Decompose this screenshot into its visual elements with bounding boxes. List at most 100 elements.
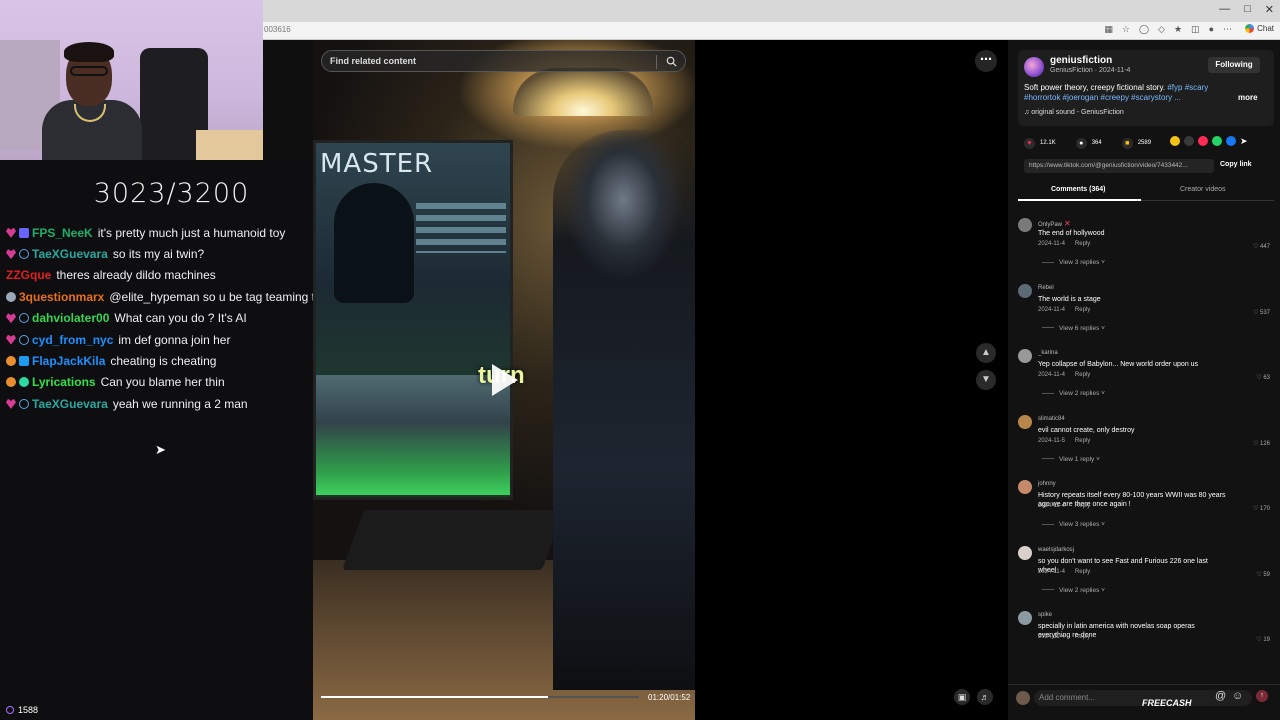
minimize-icon[interactable]: — bbox=[1219, 3, 1230, 16]
chat-username[interactable]: 3questionmarx bbox=[19, 290, 104, 304]
original-sound-link[interactable]: ♫ original sound - GeniusFiction bbox=[1024, 109, 1124, 116]
chat-username[interactable]: FlapJackKila bbox=[32, 354, 105, 368]
reply-button[interactable]: Reply bbox=[1075, 503, 1090, 509]
chat-username[interactable]: dahviolater00 bbox=[32, 311, 109, 325]
heart-badge-icon[interactable] bbox=[6, 227, 16, 238]
facebook-icon[interactable] bbox=[1226, 136, 1236, 146]
comment-like-button[interactable]: ♡ 63 bbox=[1256, 374, 1270, 381]
url-text[interactable]: 003616 bbox=[264, 25, 291, 34]
heart-badge-icon[interactable] bbox=[6, 313, 16, 324]
commenter-avatar[interactable] bbox=[1018, 349, 1032, 363]
close-icon[interactable]: ✕ bbox=[1265, 3, 1274, 16]
video-link-field[interactable]: https://www.tiktok.com/@geniusfiction/vi… bbox=[1024, 159, 1214, 173]
author-avatar[interactable] bbox=[1024, 57, 1044, 77]
green-badge-icon[interactable] bbox=[19, 377, 29, 388]
chat-username[interactable]: TaeXGuevara bbox=[32, 247, 108, 261]
commenter-name[interactable]: johnny bbox=[1038, 481, 1056, 487]
menu-dots-icon[interactable]: ⋯ bbox=[1223, 24, 1232, 35]
mention-icon[interactable]: @ bbox=[1215, 690, 1226, 702]
translate-icon[interactable]: ▦ bbox=[1104, 24, 1113, 35]
chevron-down-icon[interactable]: ▼ bbox=[976, 370, 996, 390]
embed-icon[interactable] bbox=[1184, 136, 1194, 146]
chat-username[interactable]: FPS_NeeK bbox=[32, 226, 93, 240]
view-replies-button[interactable]: View 3 replies ˅ bbox=[1042, 521, 1105, 528]
reply-button[interactable]: Reply bbox=[1075, 634, 1090, 640]
ring-badge-icon[interactable] bbox=[19, 313, 29, 324]
volume-icon[interactable]: ♬ bbox=[977, 689, 993, 705]
profile-icon[interactable]: ● bbox=[1209, 24, 1214, 35]
picture-in-picture-icon[interactable]: ▣ bbox=[954, 689, 970, 705]
author-handle[interactable]: GeniusFiction bbox=[1050, 67, 1093, 74]
view-replies-button[interactable]: View 2 replies ˅ bbox=[1042, 390, 1105, 397]
commenter-name[interactable]: _karina bbox=[1038, 350, 1058, 356]
heart-badge-icon[interactable] bbox=[6, 249, 16, 260]
heart-badge-icon[interactable] bbox=[6, 334, 16, 345]
ring-badge-icon[interactable] bbox=[19, 398, 29, 409]
send-to-friends-icon[interactable] bbox=[1198, 136, 1208, 146]
copy-link-button[interactable]: Copy link bbox=[1220, 161, 1252, 168]
reply-button[interactable]: Reply bbox=[1075, 569, 1090, 575]
comment-bubble-icon[interactable]: ● bbox=[1075, 137, 1087, 149]
comment-like-button[interactable]: ♡ 170 bbox=[1253, 505, 1270, 512]
chat-username[interactable]: cyd_from_nyc bbox=[32, 333, 113, 347]
emoji-icon[interactable]: ☺ bbox=[1232, 690, 1243, 702]
whatsapp-icon[interactable] bbox=[1212, 136, 1222, 146]
view-replies-button[interactable]: View 3 replies ˅ bbox=[1042, 259, 1105, 266]
view-replies-button[interactable]: View 1 reply ˅ bbox=[1042, 456, 1100, 463]
play-icon[interactable] bbox=[492, 364, 518, 396]
bookmark-star-icon[interactable]: ☆ bbox=[1122, 24, 1130, 35]
comment-like-button[interactable]: ♡ 59 bbox=[1256, 571, 1270, 578]
more-button[interactable]: more bbox=[1238, 93, 1258, 102]
commenter-avatar[interactable] bbox=[1018, 283, 1032, 298]
more-options-icon[interactable]: ⋯ bbox=[975, 50, 997, 72]
related-search-input[interactable]: Find related content bbox=[321, 50, 686, 72]
puzzle-icon[interactable]: ◇ bbox=[1158, 24, 1165, 35]
collections-icon[interactable]: ◫ bbox=[1191, 24, 1200, 35]
commenter-name[interactable]: slimatic84 bbox=[1038, 416, 1065, 422]
view-replies-button[interactable]: View 6 replies ˅ bbox=[1042, 325, 1105, 332]
view-replies-button[interactable]: View 2 replies ˅ bbox=[1042, 587, 1105, 594]
author-name[interactable]: geniusfiction bbox=[1050, 55, 1112, 66]
chat-button[interactable]: Chat bbox=[1245, 24, 1274, 33]
extension-icon[interactable]: ◯ bbox=[1139, 24, 1149, 35]
commenter-name[interactable]: OnlyPaw ✕ bbox=[1038, 219, 1071, 228]
commenter-avatar[interactable] bbox=[1018, 611, 1032, 625]
send-comment-icon[interactable]: ↑ bbox=[1256, 690, 1268, 702]
chat-username[interactable]: TaeXGuevara bbox=[32, 397, 108, 411]
comment-like-button[interactable]: ♡ 19 bbox=[1256, 636, 1270, 643]
tab-creator-videos[interactable]: Creator videos bbox=[1180, 186, 1226, 193]
commenter-avatar[interactable] bbox=[1018, 414, 1032, 429]
bookmark-icon[interactable]: ■ bbox=[1121, 137, 1133, 149]
chat-username[interactable]: Lyrications bbox=[32, 375, 96, 389]
commenter-name[interactable]: spike bbox=[1038, 612, 1052, 618]
comment-like-button[interactable]: ♡ 447 bbox=[1253, 243, 1270, 250]
commenter-name[interactable]: Rebel bbox=[1038, 285, 1054, 291]
heart-icon[interactable]: ♥ bbox=[1024, 137, 1035, 149]
comment-like-button[interactable]: ♡ 126 bbox=[1253, 440, 1270, 447]
orange-badge-icon[interactable] bbox=[6, 356, 16, 367]
reply-button[interactable]: Reply bbox=[1075, 438, 1090, 444]
blue-badge-icon[interactable] bbox=[19, 356, 29, 367]
chat-username[interactable]: ZZGque bbox=[6, 268, 51, 282]
chevron-up-icon[interactable]: ▲ bbox=[976, 343, 996, 363]
commenter-name[interactable]: waelsjdarkosj bbox=[1038, 547, 1074, 553]
maximize-icon[interactable]: □ bbox=[1244, 3, 1251, 16]
tab-comments[interactable]: Comments (364) bbox=[1051, 186, 1105, 193]
heart-badge-icon[interactable] bbox=[6, 398, 16, 409]
commenter-avatar[interactable] bbox=[1018, 545, 1032, 560]
reply-button[interactable]: Reply bbox=[1075, 307, 1090, 313]
reply-button[interactable]: Reply bbox=[1075, 241, 1090, 247]
search-icon[interactable] bbox=[666, 56, 677, 67]
video-player[interactable]: MASTER turn bbox=[313, 40, 695, 720]
reply-button[interactable]: Reply bbox=[1075, 372, 1090, 378]
coin-share-icon[interactable] bbox=[1170, 136, 1180, 146]
comment-like-button[interactable]: ♡ 537 bbox=[1253, 309, 1270, 316]
ring-badge-icon[interactable] bbox=[19, 334, 29, 345]
glasses-badge-icon[interactable] bbox=[6, 291, 16, 302]
following-button[interactable]: Following bbox=[1208, 57, 1260, 73]
ring-badge-icon[interactable] bbox=[19, 249, 29, 260]
commenter-avatar[interactable] bbox=[1018, 218, 1032, 232]
favorites-icon[interactable]: ★ bbox=[1174, 24, 1182, 35]
commenter-avatar[interactable] bbox=[1018, 480, 1032, 494]
mod-badge-icon[interactable] bbox=[19, 227, 29, 238]
